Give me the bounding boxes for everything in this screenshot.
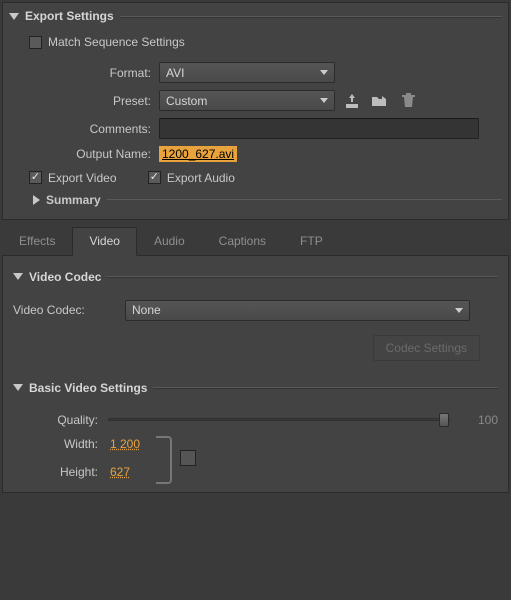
- disclosure-triangle-right-icon[interactable]: [33, 195, 40, 205]
- video-codec-dropdown[interactable]: None: [125, 300, 470, 321]
- tab-bar: Effects Video Audio Captions FTP: [2, 226, 509, 256]
- quality-value: 100: [458, 413, 498, 427]
- tab-captions[interactable]: Captions: [202, 227, 283, 256]
- output-name-link[interactable]: 1200_627.avi: [159, 146, 237, 162]
- tab-audio[interactable]: Audio: [137, 227, 202, 256]
- comments-row: Comments:: [9, 118, 502, 139]
- tab-ftp[interactable]: FTP: [283, 227, 340, 256]
- save-preset-button[interactable]: [341, 91, 363, 111]
- height-label: Height:: [13, 465, 108, 479]
- header-divider: [107, 199, 502, 200]
- dropdown-arrow-icon: [320, 70, 328, 75]
- height-value[interactable]: 627: [108, 465, 132, 479]
- format-value: AVI: [166, 66, 184, 80]
- width-label: Width:: [13, 437, 108, 451]
- video-codec-value: None: [132, 303, 161, 317]
- video-codec-row: Video Codec: None: [13, 300, 498, 321]
- quality-slider-thumb[interactable]: [439, 413, 449, 427]
- tab-video[interactable]: Video: [72, 227, 136, 256]
- width-value[interactable]: 1 200: [108, 437, 142, 451]
- header-divider: [107, 276, 498, 277]
- disclosure-triangle-down-icon[interactable]: [9, 13, 19, 20]
- export-settings-panel: Export Settings Match Sequence Settings …: [2, 2, 509, 220]
- summary-header[interactable]: Summary: [31, 193, 502, 207]
- disclosure-triangle-down-icon[interactable]: [13, 273, 23, 280]
- delete-preset-button[interactable]: [397, 91, 419, 111]
- tab-effects[interactable]: Effects: [2, 227, 72, 256]
- height-row: Height: 627: [13, 465, 142, 479]
- video-codec-header[interactable]: Video Codec: [13, 268, 498, 290]
- quality-label: Quality:: [13, 413, 108, 427]
- output-name-row: Output Name: 1200_627.avi: [9, 146, 502, 162]
- link-dimensions-checkbox[interactable]: [180, 450, 196, 466]
- export-settings-header[interactable]: Export Settings: [9, 7, 502, 29]
- export-audio-checkbox[interactable]: [148, 171, 161, 184]
- export-video-checkbox[interactable]: [29, 171, 42, 184]
- format-row: Format: AVI: [9, 62, 502, 83]
- width-row: Width: 1 200: [13, 437, 142, 451]
- output-name-label: Output Name:: [9, 147, 159, 161]
- preset-dropdown[interactable]: Custom: [159, 90, 335, 111]
- preset-value: Custom: [166, 94, 207, 108]
- summary-title: Summary: [46, 193, 101, 207]
- quality-row: Quality: 100: [13, 413, 498, 427]
- dropdown-arrow-icon: [455, 308, 463, 313]
- match-sequence-row: Match Sequence Settings: [29, 35, 185, 49]
- codec-settings-button: Codec Settings: [373, 335, 480, 361]
- basic-video-header[interactable]: Basic Video Settings: [13, 379, 498, 401]
- export-video-row: Export Video: [29, 171, 117, 185]
- format-dropdown[interactable]: AVI: [159, 62, 335, 83]
- disclosure-triangle-down-icon[interactable]: [13, 384, 23, 391]
- match-sequence-checkbox[interactable]: [29, 36, 42, 49]
- format-label: Format:: [9, 66, 159, 80]
- dimensions-block: Width: 1 200 Height: 627: [13, 434, 498, 482]
- link-bracket-icon: [156, 436, 172, 484]
- preset-row: Preset: Custom: [9, 90, 502, 111]
- export-settings-title: Export Settings: [25, 9, 114, 23]
- match-sequence-label: Match Sequence Settings: [48, 35, 185, 49]
- video-tab-content: Video Codec Video Codec: None Codec Sett…: [2, 256, 509, 493]
- video-codec-label: Video Codec:: [13, 303, 125, 317]
- codec-settings-row: Codec Settings: [13, 335, 480, 361]
- quality-slider[interactable]: [108, 418, 450, 421]
- export-audio-label: Export Audio: [167, 171, 235, 185]
- export-video-label: Export Video: [48, 171, 117, 185]
- dropdown-arrow-icon: [320, 98, 328, 103]
- header-divider: [153, 387, 498, 388]
- comments-input[interactable]: [159, 118, 479, 139]
- video-codec-title: Video Codec: [29, 270, 101, 284]
- header-divider: [120, 16, 502, 17]
- export-checkboxes-row: Export Video Export Audio: [9, 169, 502, 185]
- basic-video-title: Basic Video Settings: [29, 381, 147, 395]
- comments-label: Comments:: [9, 122, 159, 136]
- export-audio-row: Export Audio: [148, 171, 235, 185]
- import-preset-button[interactable]: [369, 91, 391, 111]
- preset-label: Preset:: [9, 94, 159, 108]
